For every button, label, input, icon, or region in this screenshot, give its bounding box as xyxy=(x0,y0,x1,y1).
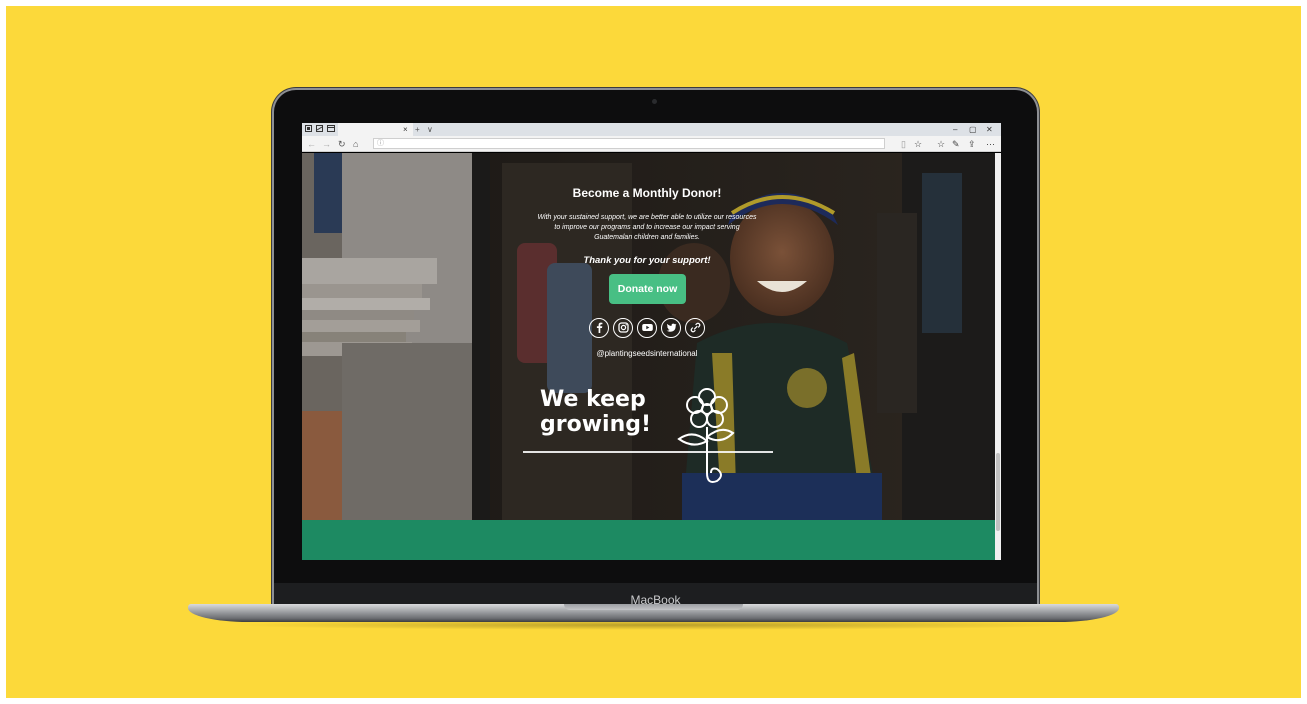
flower-illustration xyxy=(523,388,773,483)
yellow-backdrop: × + ∨ – ▢ ✕ ← → ↻ ⌂ ⓘ ▯ ☆ ☆ ✎ ⇪ ⋯ Become… xyxy=(6,6,1301,698)
browser-tab-bar: × + ∨ – ▢ ✕ xyxy=(302,123,1001,136)
tab-manager-icons[interactable] xyxy=(305,125,335,134)
thank-you-text: Thank you for your support! xyxy=(583,255,711,266)
instagram-handle: @plantingseedsinternational xyxy=(596,349,698,358)
url-input[interactable]: ⓘ xyxy=(373,138,885,149)
facebook-icon[interactable] xyxy=(589,318,609,338)
back-icon[interactable]: ← xyxy=(307,139,316,149)
youtube-icon[interactable] xyxy=(637,318,657,338)
favorites-icon[interactable]: ☆ xyxy=(937,139,945,149)
page-scrollbar[interactable] xyxy=(995,153,1001,560)
new-tab-icon[interactable]: + xyxy=(415,125,420,134)
footer-band xyxy=(302,520,995,560)
laptop-lid: × + ∨ – ▢ ✕ ← → ↻ ⌂ ⓘ ▯ ☆ ☆ ✎ ⇪ ⋯ Become… xyxy=(274,90,1037,618)
site-info-icon[interactable]: ⓘ xyxy=(377,139,384,149)
reading-view-icon[interactable]: ▯ xyxy=(901,139,906,149)
camera-dot xyxy=(652,99,657,104)
pen-icon[interactable]: ✎ xyxy=(952,139,960,149)
social-links xyxy=(589,318,707,338)
close-window-icon[interactable]: ✕ xyxy=(986,125,993,134)
share-icon[interactable]: ⇪ xyxy=(968,139,976,149)
home-icon[interactable]: ⌂ xyxy=(353,139,358,149)
donate-now-button[interactable]: Donate now xyxy=(609,274,686,304)
link-icon[interactable] xyxy=(685,318,705,338)
page-viewport: Become a Monthly Donor! With your sustai… xyxy=(302,153,995,560)
page-title: Become a Monthly Donor! xyxy=(572,186,722,200)
laptop-screen: × + ∨ – ▢ ✕ ← → ↻ ⌂ ⓘ ▯ ☆ ☆ ✎ ⇪ ⋯ Become… xyxy=(302,123,1001,560)
maximize-icon[interactable]: ▢ xyxy=(969,125,977,134)
laptop-base xyxy=(188,604,1119,622)
tab-close-icon[interactable]: × xyxy=(403,125,408,134)
refresh-icon[interactable]: ↻ xyxy=(338,139,346,149)
description-line: to improve our programs and to increase … xyxy=(554,224,740,231)
forward-icon[interactable]: → xyxy=(322,139,331,149)
more-icon[interactable]: ⋯ xyxy=(986,139,995,149)
active-tab[interactable] xyxy=(338,123,413,136)
minimize-icon[interactable]: – xyxy=(953,125,957,134)
tab-list-chevron-icon[interactable]: ∨ xyxy=(427,125,433,134)
scrollbar-thumb[interactable] xyxy=(996,453,1000,531)
donor-description: With your sustained support, we are bett… xyxy=(517,213,777,243)
instagram-icon[interactable] xyxy=(613,318,633,338)
twitter-icon[interactable] xyxy=(661,318,681,338)
browser-address-bar: ← → ↻ ⌂ ⓘ ▯ ☆ ☆ ✎ ⇪ ⋯ xyxy=(302,136,1001,152)
description-line: Guatemalan children and families. xyxy=(594,234,700,241)
description-line: With your sustained support, we are bett… xyxy=(537,214,757,221)
favorite-star-icon[interactable]: ☆ xyxy=(914,139,922,149)
laptop-opening-notch xyxy=(564,604,743,610)
hero-section: Become a Monthly Donor! With your sustai… xyxy=(302,153,995,520)
